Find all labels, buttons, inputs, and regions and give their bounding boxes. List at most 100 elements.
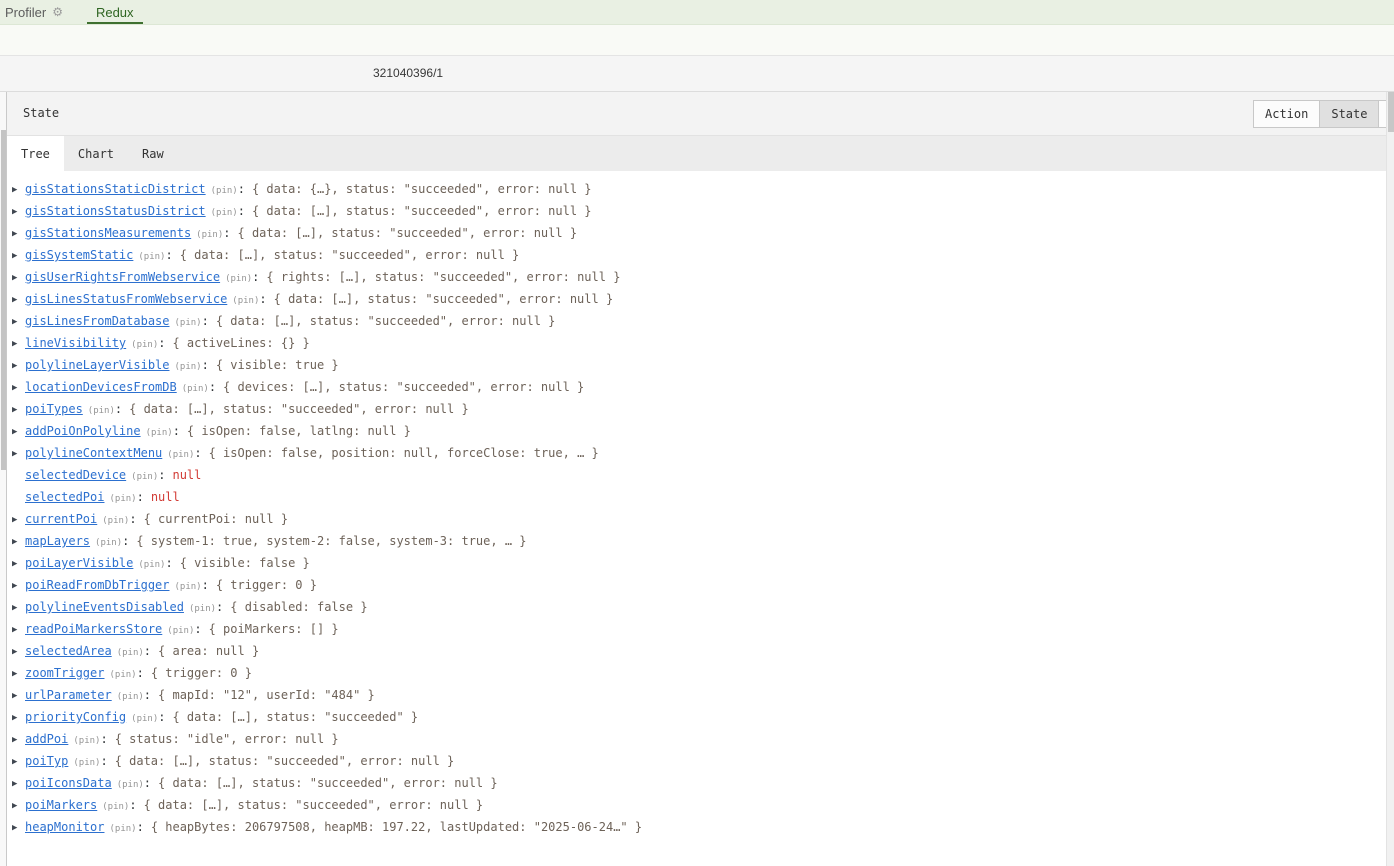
tree-row[interactable]: ▶selectedArea(pin):{ area: null } [11,640,1386,662]
pin-link[interactable]: (pin) [175,318,202,328]
tab-tree[interactable]: Tree [7,136,64,171]
expand-arrow-icon[interactable]: ▶ [11,399,25,421]
tab-chart[interactable]: Chart [64,136,128,171]
expand-arrow-icon[interactable]: ▶ [11,553,25,575]
tree-row[interactable]: ▶poiLayerVisible(pin):{ visible: false } [11,552,1386,574]
state-key[interactable]: polylineContextMenu [25,446,162,460]
expand-arrow-icon[interactable]: ▶ [11,707,25,729]
expand-arrow-icon[interactable]: ▶ [11,421,25,443]
pin-link[interactable]: (pin) [232,296,259,306]
tree-row[interactable]: ▶poiIconsData(pin):{ data: […], status: … [11,772,1386,794]
state-key[interactable]: polylineEventsDisabled [25,600,184,614]
tree-row[interactable]: ▶gisStationsStatusDistrict(pin):{ data: … [11,200,1386,222]
expand-arrow-icon[interactable]: ▶ [11,267,25,289]
expand-arrow-icon[interactable]: ▶ [11,333,25,355]
state-key[interactable]: gisStationsStaticDistrict [25,182,206,196]
state-key[interactable]: selectedArea [25,644,112,658]
left-scrollbar[interactable] [0,92,7,866]
pin-link[interactable]: (pin) [117,692,144,702]
pin-link[interactable]: (pin) [225,274,252,284]
tab-diff[interactable]: D [1378,100,1386,128]
tree-row[interactable]: ▶gisLinesFromDatabase(pin):{ data: […], … [11,310,1386,332]
pin-link[interactable]: (pin) [167,626,194,636]
pin-link[interactable]: (pin) [138,252,165,262]
pin-link[interactable]: (pin) [88,406,115,416]
state-key[interactable]: poiIconsData [25,776,112,790]
right-scrollbar-thumb[interactable] [1388,92,1394,132]
expand-arrow-icon[interactable]: ▶ [11,245,25,267]
tree-row[interactable]: ▶polylineLayerVisible(pin):{ visible: tr… [11,354,1386,376]
pin-link[interactable]: (pin) [95,538,122,548]
pin-link[interactable]: (pin) [73,736,100,746]
pin-link[interactable]: (pin) [73,758,100,768]
state-key[interactable]: gisUserRightsFromWebservice [25,270,220,284]
state-key[interactable]: zoomTrigger [25,666,104,680]
state-key[interactable]: priorityConfig [25,710,126,724]
state-key[interactable]: poiReadFromDbTrigger [25,578,170,592]
tree-row[interactable]: ▶polylineEventsDisabled(pin):{ disabled:… [11,596,1386,618]
pin-link[interactable]: (pin) [117,648,144,658]
tree-row[interactable]: ▶mapLayers(pin):{ system-1: true, system… [11,530,1386,552]
pin-link[interactable]: (pin) [167,450,194,460]
pin-link[interactable]: (pin) [196,230,223,240]
pin-link[interactable]: (pin) [211,186,238,196]
state-key[interactable]: selectedPoi [25,490,104,504]
action-list-item[interactable]: 321040396/1 [373,56,443,91]
tree-row[interactable]: ▶poiMarkers(pin):{ data: […], status: "s… [11,794,1386,816]
right-scrollbar[interactable] [1386,92,1394,866]
tree-row[interactable]: ▶urlParameter(pin):{ mapId: "12", userId… [11,684,1386,706]
expand-arrow-icon[interactable]: ▶ [11,663,25,685]
tree-row[interactable]: ▶gisLinesStatusFromWebservice(pin):{ dat… [11,288,1386,310]
state-key[interactable]: locationDevicesFromDB [25,380,177,394]
pin-link[interactable]: (pin) [175,582,202,592]
state-key[interactable]: gisLinesFromDatabase [25,314,170,328]
tab-redux[interactable]: Redux [87,0,143,24]
tree-row[interactable]: ▶locationDevicesFromDB(pin):{ devices: [… [11,376,1386,398]
expand-arrow-icon[interactable]: ▶ [11,685,25,707]
state-key[interactable]: urlParameter [25,688,112,702]
tab-action[interactable]: Action [1253,100,1320,128]
expand-arrow-icon[interactable]: ▶ [11,817,25,839]
state-key[interactable]: gisStationsStatusDistrict [25,204,206,218]
expand-arrow-icon[interactable]: ▶ [11,201,25,223]
pin-link[interactable]: (pin) [131,472,158,482]
state-key[interactable]: gisSystemStatic [25,248,133,262]
expand-arrow-icon[interactable]: ▶ [11,575,25,597]
state-key[interactable]: addPoiOnPolyline [25,424,141,438]
expand-arrow-icon[interactable]: ▶ [11,289,25,311]
pin-link[interactable]: (pin) [109,494,136,504]
pin-link[interactable]: (pin) [131,340,158,350]
tree-row[interactable]: ▶lineVisibility(pin):{ activeLines: {} } [11,332,1386,354]
state-key[interactable]: gisStationsMeasurements [25,226,191,240]
pin-link[interactable]: (pin) [146,428,173,438]
state-key[interactable]: mapLayers [25,534,90,548]
pin-link[interactable]: (pin) [102,802,129,812]
gear-icon[interactable]: ⚙ [52,6,63,18]
tab-raw[interactable]: Raw [128,136,178,171]
tree-row[interactable]: ▶polylineContextMenu(pin):{ isOpen: fals… [11,442,1386,464]
tree-row[interactable]: ▶poiTypes(pin):{ data: […], status: "suc… [11,398,1386,420]
state-key[interactable]: poiTyp [25,754,68,768]
pin-link[interactable]: (pin) [138,560,165,570]
expand-arrow-icon[interactable]: ▶ [11,531,25,553]
expand-arrow-icon[interactable]: ▶ [11,597,25,619]
tree-row[interactable]: ▶readPoiMarkersStore(pin):{ poiMarkers: … [11,618,1386,640]
tree-row[interactable]: ▶addPoi(pin):{ status: "idle", error: nu… [11,728,1386,750]
tree-row[interactable]: ▶gisStationsMeasurements(pin):{ data: […… [11,222,1386,244]
pin-link[interactable]: (pin) [109,824,136,834]
tab-profiler[interactable]: Profiler ⚙ [0,0,69,24]
state-key[interactable]: polylineLayerVisible [25,358,170,372]
expand-arrow-icon[interactable]: ▶ [11,729,25,751]
left-scrollbar-thumb[interactable] [1,130,6,470]
pin-link[interactable]: (pin) [131,714,158,724]
tree-row[interactable]: ▶zoomTrigger(pin):{ trigger: 0 } [11,662,1386,684]
expand-arrow-icon[interactable]: ▶ [11,641,25,663]
tree-row[interactable]: ▶addPoiOnPolyline(pin):{ isOpen: false, … [11,420,1386,442]
pin-link[interactable]: (pin) [182,384,209,394]
tree-row[interactable]: ▶gisUserRightsFromWebservice(pin):{ righ… [11,266,1386,288]
state-key[interactable]: poiMarkers [25,798,97,812]
tree-row[interactable]: ▶gisStationsStaticDistrict(pin):{ data: … [11,178,1386,200]
state-key[interactable]: readPoiMarkersStore [25,622,162,636]
expand-arrow-icon[interactable]: ▶ [11,377,25,399]
pin-link[interactable]: (pin) [189,604,216,614]
